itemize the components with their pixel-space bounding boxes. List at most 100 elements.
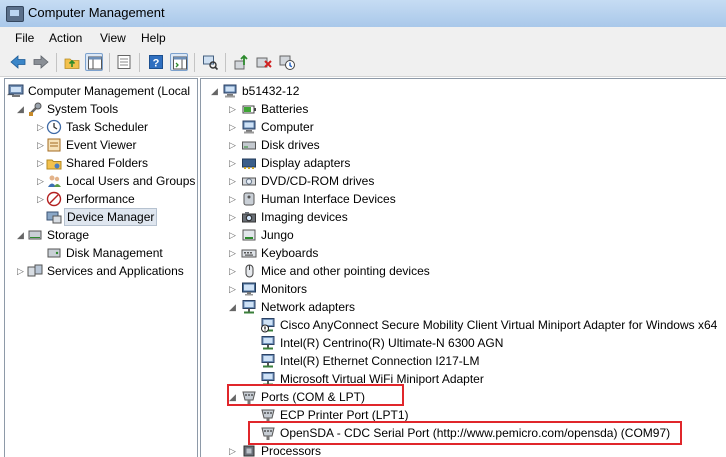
expand-arrow-icon[interactable]: ▷ xyxy=(229,118,239,136)
expand-arrow-icon[interactable]: ▷ xyxy=(229,262,239,280)
nav-tree-item[interactable]: ▷ Performance xyxy=(5,190,197,208)
collapse-arrow-icon[interactable]: ◢ xyxy=(17,226,27,244)
device-tree-item-label: Disk drives xyxy=(261,138,320,152)
device-tree-item[interactable]: ▷ Disk drives xyxy=(201,136,726,154)
nav-tree-item-label: Disk Management xyxy=(66,246,163,260)
computer-management-icon xyxy=(8,83,24,99)
update-driver-icon[interactable] xyxy=(232,53,250,71)
nav-tree-item[interactable]: ▷ Services and Applications xyxy=(5,262,197,280)
show-hide-tree-icon[interactable] xyxy=(85,53,103,71)
expand-arrow-icon[interactable]: ▷ xyxy=(229,136,239,154)
expand-arrow-icon[interactable]: ▷ xyxy=(229,442,239,457)
nav-tree-item[interactable]: ▷ Shared Folders xyxy=(5,154,197,172)
uninstall-icon[interactable] xyxy=(255,53,273,71)
local-users-icon xyxy=(46,173,62,189)
menu-view[interactable]: View xyxy=(100,31,126,45)
device-tree-item[interactable]: ▷ Jungo xyxy=(201,226,726,244)
up-folder-icon[interactable] xyxy=(63,53,81,71)
device-tree-item[interactable]: ▷ Keyboards xyxy=(201,244,726,262)
storage-icon xyxy=(27,227,43,243)
expand-arrow-icon[interactable]: ▷ xyxy=(229,244,239,262)
expand-arrow-icon[interactable]: ▷ xyxy=(229,280,239,298)
nav-tree-item[interactable]: ◢ Storage xyxy=(5,226,197,244)
window-title: Computer Management xyxy=(28,5,165,20)
device-tree-item[interactable]: Intel(R) Ethernet Connection I217-LM xyxy=(201,352,726,370)
collapse-arrow-icon[interactable]: ◢ xyxy=(229,298,239,316)
device-tree-item[interactable]: Intel(R) Centrino(R) Ultimate-N 6300 AGN xyxy=(201,334,726,352)
device-tree-item[interactable]: ▷ DVD/CD-ROM drives xyxy=(201,172,726,190)
device-tree-item[interactable]: Cisco AnyConnect Secure Mobility Client … xyxy=(201,316,726,334)
nav-tree-item-label: System Tools xyxy=(47,102,119,116)
task-scheduler-icon xyxy=(46,119,62,135)
navigation-tree[interactable]: ◢Computer Management (Local◢System Tools… xyxy=(4,78,198,457)
disable-icon[interactable] xyxy=(278,53,296,71)
network-adapter-icon xyxy=(260,335,276,351)
event-viewer-icon xyxy=(46,137,62,153)
menu-help[interactable]: Help xyxy=(141,31,166,45)
title-bar: Computer Management xyxy=(0,0,726,27)
properties-icon[interactable] xyxy=(115,53,133,71)
device-tree-item-label: Cisco AnyConnect Secure Mobility Client … xyxy=(280,318,718,332)
services-icon xyxy=(27,263,43,279)
device-tree-item[interactable]: ◢ b51432-12 xyxy=(201,82,726,100)
shared-folders-icon xyxy=(46,155,62,171)
opensda-highlight-box xyxy=(248,421,682,445)
device-tree-item-label: Batteries xyxy=(261,102,309,116)
expand-arrow-icon[interactable]: ▷ xyxy=(229,208,239,226)
show-hide-action-pane-icon[interactable] xyxy=(170,53,188,71)
device-tree-item[interactable]: ▷ Mice and other pointing devices xyxy=(201,262,726,280)
device-tree-item[interactable]: ▷ Imaging devices xyxy=(201,208,726,226)
nav-tree-item[interactable]: ◢Computer Management (Local xyxy=(5,82,197,100)
device-tree-item-label: Imaging devices xyxy=(261,210,348,224)
expand-arrow-icon[interactable]: ▷ xyxy=(229,190,239,208)
menu-file[interactable]: File xyxy=(15,31,34,45)
computer-management-icon xyxy=(6,6,24,22)
performance-icon xyxy=(46,191,62,207)
menu-action[interactable]: Action xyxy=(49,31,82,45)
nav-tree-item[interactable]: Device Manager xyxy=(5,208,197,226)
ports-highlight-box xyxy=(227,384,404,406)
device-tree-item[interactable]: ◢ Network adapters xyxy=(201,298,726,316)
collapse-arrow-icon[interactable]: ◢ xyxy=(17,100,27,118)
nav-tree-item-label: Local Users and Groups xyxy=(66,174,196,188)
nav-tree-item[interactable]: ▷ Local Users and Groups xyxy=(5,172,197,190)
device-tree-item[interactable]: ▷ Batteries xyxy=(201,100,726,118)
nav-tree-item[interactable]: ▷ Event Viewer xyxy=(5,136,197,154)
device-tree-item[interactable]: ▷ Display adapters xyxy=(201,154,726,172)
svg-text:?: ? xyxy=(153,58,160,70)
collapse-arrow-icon[interactable]: ◢ xyxy=(211,82,221,100)
device-tree-item[interactable]: ▷ Human Interface Devices xyxy=(201,190,726,208)
device-tree-item-label: Mice and other pointing devices xyxy=(261,264,430,278)
nav-tree-item[interactable]: ▷ Task Scheduler xyxy=(5,118,197,136)
device-tree-item[interactable]: ▷ Monitors xyxy=(201,280,726,298)
nav-tree-item-label: Shared Folders xyxy=(66,156,149,170)
monitor-icon xyxy=(241,281,257,297)
expand-arrow-icon[interactable]: ▷ xyxy=(229,100,239,118)
help-icon[interactable]: ? xyxy=(147,53,165,71)
nav-tree-item-label: Services and Applications xyxy=(47,264,184,278)
device-tree-item[interactable]: ▷ Computer xyxy=(201,118,726,136)
device-tree-item-label: Intel(R) Ethernet Connection I217-LM xyxy=(280,354,480,368)
expand-arrow-icon[interactable]: ▷ xyxy=(229,172,239,190)
forward-icon[interactable] xyxy=(32,53,50,71)
device-tree-item-label: Display adapters xyxy=(261,156,351,170)
display-adapter-icon xyxy=(241,155,257,171)
computer-icon xyxy=(222,83,238,99)
device-tree-item-label: Network adapters xyxy=(261,300,356,314)
device-manager-icon xyxy=(46,209,62,225)
device-tree-item-label: Computer xyxy=(261,120,314,134)
expand-arrow-icon[interactable]: ▷ xyxy=(229,226,239,244)
expand-arrow-icon[interactable]: ▷ xyxy=(229,154,239,172)
expand-arrow-icon[interactable]: ▷ xyxy=(17,262,27,280)
nav-tree-item-label: Event Viewer xyxy=(66,138,137,152)
scan-hardware-icon[interactable] xyxy=(201,53,219,71)
jungo-icon xyxy=(241,227,257,243)
back-icon[interactable] xyxy=(9,53,27,71)
disk-management-icon xyxy=(46,245,62,261)
nav-tree-item[interactable]: Disk Management xyxy=(5,244,197,262)
network-adapter-icon xyxy=(260,353,276,369)
nav-tree-item[interactable]: ◢ System Tools xyxy=(5,100,197,118)
system-tools-icon xyxy=(27,101,43,117)
nav-tree-item-label: Computer Management (Local xyxy=(28,84,191,98)
disk-drive-icon xyxy=(241,137,257,153)
